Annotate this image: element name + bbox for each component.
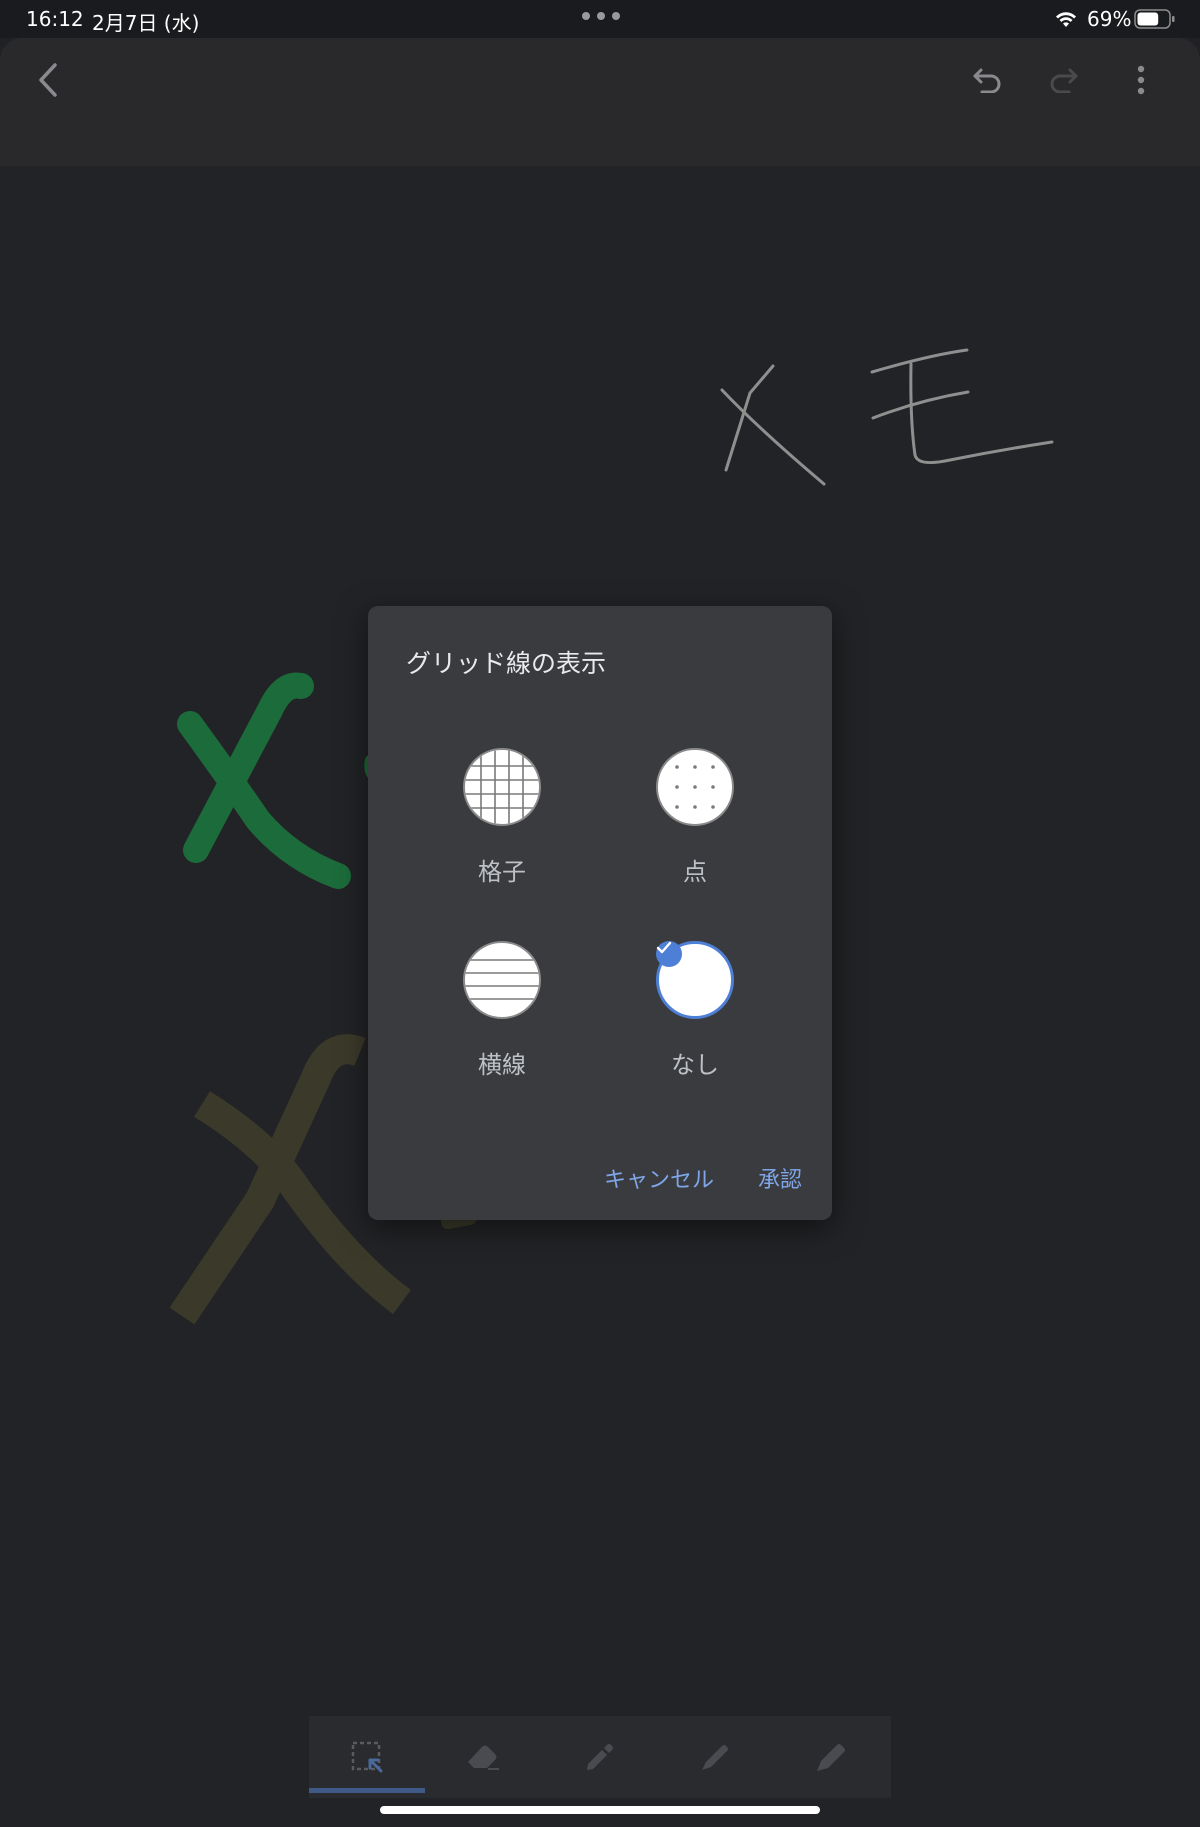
option-label-grid: 格子 [478,858,526,886]
battery-icon [1134,9,1176,34]
battery-percent: 69% [1087,7,1132,31]
undo-icon [973,68,1001,93]
multitasking-dots-icon[interactable] [582,12,620,20]
dialog-title: グリッド線の表示 [406,649,607,678]
home-indicator[interactable] [380,1806,820,1814]
blank-icon [656,941,734,1019]
back-button[interactable] [28,60,68,100]
eraser-icon [468,1745,499,1770]
more-options-button[interactable] [1126,60,1156,100]
status-bar: 16:12 2月7日 (水) 69% [0,0,1200,38]
marker-icon [702,1745,728,1770]
checkmark-icon [656,941,682,967]
grid-lines-dialog: グリッド線の表示 格子 点 横線 なし キャンセル 承認 [368,606,832,1220]
handwriting-stroke-mo [870,348,1054,465]
wifi-icon [1054,9,1078,33]
marker-tool-button[interactable] [657,1716,773,1798]
select-tool-button[interactable] [309,1716,425,1798]
lines-icon [463,941,541,1019]
top-app-bar [0,38,1200,166]
dots-icon [656,748,734,826]
select-icon [351,1741,383,1773]
active-tool-indicator [309,1788,425,1793]
green-marker-stroke [177,672,351,889]
handwriting-stroke-me [720,364,826,486]
chevron-left-icon [39,63,57,97]
more-vert-icon [1137,65,1145,95]
highlighter-tool-button[interactable] [773,1716,889,1798]
grid-option-grid[interactable]: 格子 [412,748,592,918]
grid-option-dots[interactable]: 点 [605,748,785,918]
option-label-dots: 点 [683,858,707,886]
redo-icon [1050,68,1078,93]
pen-tool-button[interactable] [541,1716,657,1798]
highlighter-icon [817,1744,845,1771]
cancel-button[interactable]: キャンセル [604,1162,714,1194]
drawing-toolbar [309,1716,891,1798]
status-time: 16:12 [26,7,84,31]
eraser-tool-button[interactable] [425,1716,541,1798]
grid-icon [463,748,541,826]
grid-option-lines[interactable]: 横線 [412,941,592,1111]
option-label-lines: 横線 [478,1051,526,1079]
status-date: 2月7日 (水) [92,11,200,35]
undo-button[interactable] [966,60,1008,100]
redo-button[interactable] [1043,60,1085,100]
grid-option-none[interactable]: なし [605,941,785,1111]
approve-button[interactable]: 承認 [758,1162,802,1194]
option-label-none: なし [671,1051,719,1079]
pen-icon [587,1744,613,1770]
